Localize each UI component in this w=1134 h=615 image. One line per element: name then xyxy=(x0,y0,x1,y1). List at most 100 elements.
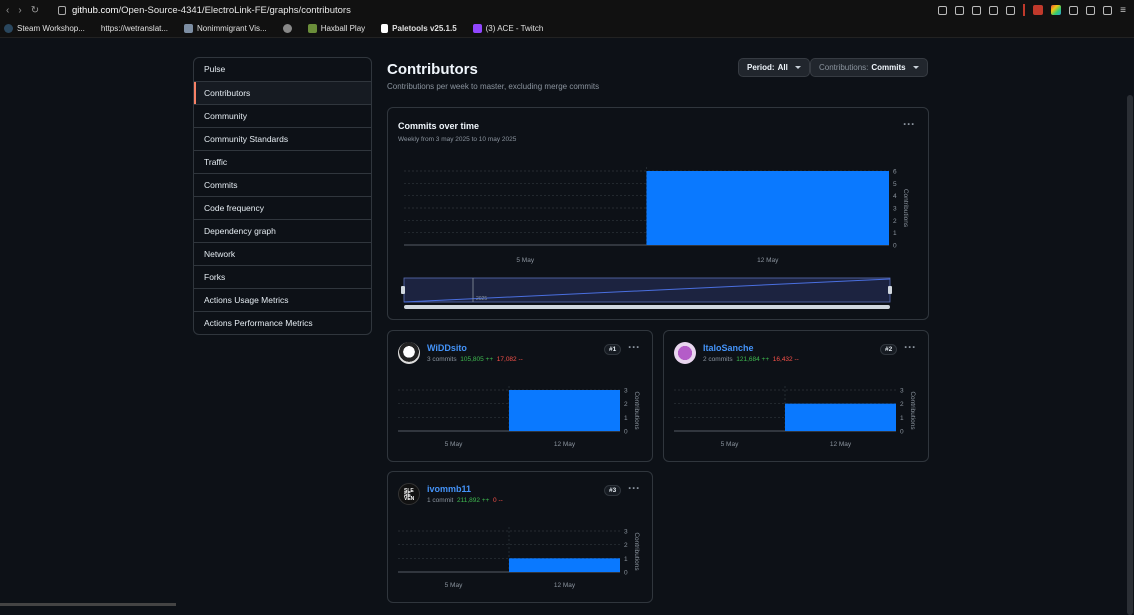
period-value: All xyxy=(777,63,788,72)
bookmark-paletools[interactable]: Paletools v25.1.5 xyxy=(381,24,457,33)
url-host: github.com xyxy=(72,4,119,16)
y-tick-label: 0 xyxy=(624,429,628,436)
sidebar-item-traffic[interactable]: Traffic xyxy=(194,150,371,173)
brush-handle-right xyxy=(888,286,892,294)
browser-nav: ‹ › ↻ xyxy=(0,5,58,16)
bar xyxy=(646,171,889,245)
divider-red xyxy=(1023,4,1026,16)
y-axis-label: Contributions xyxy=(909,391,916,430)
bookmark-misc[interactable] xyxy=(282,24,292,33)
puzzle-icon[interactable] xyxy=(1069,5,1079,15)
extension-color-icon[interactable] xyxy=(1051,5,1062,15)
contributions-prefix: Contributions: xyxy=(819,63,869,72)
bookmark-page-icon[interactable] xyxy=(955,5,965,15)
y-tick-label: 3 xyxy=(893,206,897,213)
bar xyxy=(509,558,620,572)
globe-icon xyxy=(184,24,194,33)
heart-icon[interactable] xyxy=(1006,5,1016,15)
contributor-chart: 0 1 2 3 5 May 12 May Contributions xyxy=(398,527,640,589)
reload-icon[interactable]: ↻ xyxy=(31,5,39,16)
bookmarks-bar: Steam Workshop... https://wetranslat... … xyxy=(0,20,1134,38)
sidebar-item-community-standards[interactable]: Community Standards xyxy=(194,127,371,150)
y-tick-label: 2 xyxy=(900,401,904,408)
forward-icon[interactable]: › xyxy=(18,5,21,16)
y-axis-label: Contributions xyxy=(633,391,640,430)
y-axis-label: Contributions xyxy=(902,189,909,228)
bookmark-steam[interactable]: Steam Workshop... xyxy=(4,24,85,33)
bookmark-twitch[interactable]: (3) ACE - Twitch xyxy=(472,24,544,33)
sidebar-item-forks[interactable]: Forks xyxy=(194,265,371,288)
x-tick-label: 12 May xyxy=(554,582,576,589)
browser-actions: ≡ xyxy=(938,4,1126,16)
twitch-icon xyxy=(472,24,482,33)
overview-year-label: 2025 xyxy=(476,296,487,302)
y-tick-label: 0 xyxy=(900,429,904,436)
sidebar-item-actions-usage-metrics[interactable]: Actions Usage Metrics xyxy=(194,288,371,311)
x-tick-label: 5 May xyxy=(445,582,463,589)
sidebar-item-pulse[interactable]: Pulse xyxy=(194,58,371,81)
contributor-card: ItaloSanche 2 commits 121,684 ++ 16,432 … xyxy=(663,330,929,462)
share-icon[interactable] xyxy=(938,5,948,15)
chevron-down-icon xyxy=(794,66,801,69)
period-prefix: Period: xyxy=(747,63,775,72)
y-tick-label: 1 xyxy=(900,415,904,422)
y-tick-label: 0 xyxy=(893,243,897,250)
bookmark-label: https://wetranslat... xyxy=(100,24,169,33)
y-tick-label: 5 xyxy=(893,181,897,188)
y-tick-label: 2 xyxy=(893,218,897,225)
y-tick-label: 1 xyxy=(893,230,897,237)
page-subtitle: Contributions per week to master, exclud… xyxy=(387,82,600,91)
x-tick-label: 12 May xyxy=(554,441,576,448)
bookmark-label: Nonimmigrant Vis... xyxy=(197,24,267,33)
bookmark-haxball[interactable]: Haxball Play xyxy=(307,24,366,33)
bookmark-label: Haxball Play xyxy=(320,24,366,33)
bookmark-label: (3) ACE - Twitch xyxy=(485,24,544,33)
back-icon[interactable]: ‹ xyxy=(6,5,9,16)
y-tick-label: 3 xyxy=(900,388,904,395)
contributor-card: WiDDsito 3 commits 105,805 ++ 17,082 -- … xyxy=(387,330,653,462)
y-tick-label: 6 xyxy=(893,169,897,176)
bookmark-label: Paletools v25.1.5 xyxy=(392,24,457,33)
profile-icon[interactable] xyxy=(1086,5,1096,15)
page-title: Contributors xyxy=(387,61,478,78)
shield-icon[interactable] xyxy=(972,5,982,15)
scrollbar-thumb[interactable] xyxy=(1127,95,1133,615)
steam-icon xyxy=(4,24,13,33)
y-tick-label: 0 xyxy=(624,570,628,577)
period-dropdown[interactable]: Period: All xyxy=(738,58,810,77)
sidebar-item-community[interactable]: Community xyxy=(194,104,371,127)
extension-icon[interactable] xyxy=(1033,5,1044,15)
sidebar-item-code-frequency[interactable]: Code frequency xyxy=(194,196,371,219)
y-tick-label: 4 xyxy=(893,193,897,200)
sidebar-item-actions-performance-metrics[interactable]: Actions Performance Metrics xyxy=(194,311,371,334)
address-bar[interactable]: github.com/Open-Source-4341/ElectroLink-… xyxy=(72,5,351,16)
contributor-card: SLE SE VEN ivommb11 1 commit 211,892 ++ 0 … xyxy=(387,471,653,603)
play-icon[interactable] xyxy=(989,5,999,15)
commits-over-time-chart: 0 1 2 3 4 5 6 5 May 12 May Contributions 2025 xyxy=(401,167,909,309)
bookmark-wetranslate[interactable]: https://wetranslat... xyxy=(101,24,168,33)
sidebar-item-dependency-graph[interactable]: Dependency graph xyxy=(194,219,371,242)
y-axis-label: Contributions xyxy=(633,532,640,571)
x-tick-label: 5 May xyxy=(721,441,739,448)
x-tick-label: 12 May xyxy=(757,257,779,264)
browser-toolbar: ‹ › ↻ github.com/Open-Source-4341/Electr… xyxy=(0,0,1134,20)
bookmark-misc-icon xyxy=(282,24,292,33)
lock-icon[interactable] xyxy=(58,5,66,15)
y-tick-label: 2 xyxy=(624,401,628,408)
sidebar-item-commits[interactable]: Commits xyxy=(194,173,371,196)
chevron-down-icon xyxy=(912,66,919,69)
y-tick-label: 3 xyxy=(624,529,628,536)
download-icon[interactable] xyxy=(1103,5,1113,15)
contributions-dropdown[interactable]: Contributions: Commits xyxy=(810,58,928,77)
menu-icon[interactable]: ≡ xyxy=(1120,5,1126,16)
contributor-chart: 0 1 2 3 5 May 12 May Contributions xyxy=(674,386,916,448)
sidebar-item-network[interactable]: Network xyxy=(194,242,371,265)
bookmark-label: Steam Workshop... xyxy=(17,24,85,33)
sidebar-item-contributors[interactable]: Contributors xyxy=(194,81,371,104)
vertical-scrollbar[interactable] xyxy=(1126,40,1134,615)
commits-over-time-panel: Commits over time Weekly from 3 may 2025… xyxy=(387,107,929,320)
insights-sidebar: Pulse Contributors Community Community Stan… xyxy=(193,57,372,335)
url-path: /Open-Source-4341/ElectroLink-FE/graphs/… xyxy=(118,4,351,16)
y-tick-label: 1 xyxy=(624,415,628,422)
bookmark-nonimmigrant[interactable]: Nonimmigrant Vis... xyxy=(184,24,267,33)
